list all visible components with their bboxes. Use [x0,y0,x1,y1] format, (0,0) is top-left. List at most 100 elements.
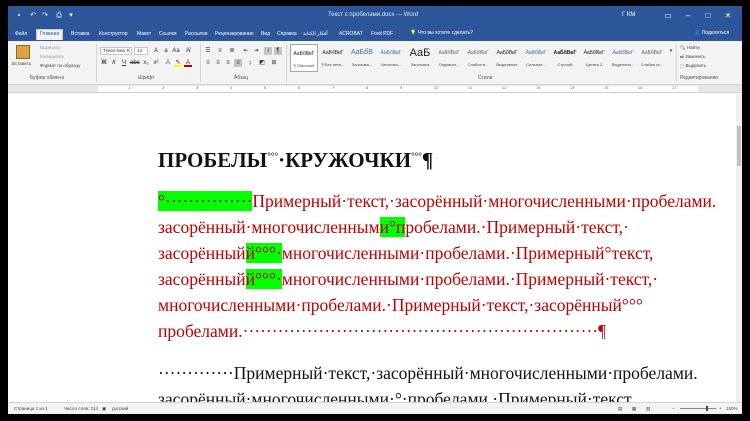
close-icon[interactable]: ✕ [720,9,736,23]
tab-mailings[interactable]: Рассылки [182,30,210,41]
doc-line[interactable]: многочисленными·пробелами.·Примерный·тек… [158,294,643,316]
shading-icon[interactable]: ◩ [258,59,266,67]
subscript-icon[interactable]: x₂ [142,59,150,67]
align-left-icon[interactable]: ≡ [204,59,212,67]
line-spacing-icon[interactable]: ↨ [246,59,254,67]
vertical-scrollbar[interactable] [736,94,742,402]
language[interactable]: русский [112,406,128,411]
text-effects-icon[interactable]: A [164,59,172,67]
style-intense-emphasis[interactable]: АаБбВвГ Сильное... [522,44,550,72]
style-subtitle[interactable]: АаБбВвГ Подзагол... [435,44,463,72]
word-count[interactable]: Число слов: 214 [64,406,98,411]
show-marks-icon[interactable]: ¶ [274,47,282,55]
ribbon-display-icon[interactable]: ▭ [660,9,676,23]
font-name-select[interactable]: Times New R [100,47,132,55]
paste-icon[interactable] [16,45,30,59]
style-title[interactable]: АаБ Заголовок [406,44,434,72]
replace-button[interactable]: ⇄ Заменить [680,54,705,60]
increase-indent-icon[interactable]: ⇥ [252,47,260,55]
undo-icon[interactable]: ↶ [28,11,38,21]
document-canvas[interactable]: ПРОБЕЛЫ°°°·КРУЖОЧКИ°°°¶ °···············… [8,94,742,402]
maximize-icon[interactable]: □ [700,9,716,23]
sort-icon[interactable]: ↕ [264,47,272,55]
decrease-indent-icon[interactable]: ⇤ [242,47,250,55]
justify-icon[interactable]: ≡ [234,59,242,67]
tell-me-search[interactable]: 💡 Что вы хотите сделать? [410,30,473,36]
paste-button[interactable]: Вставить [12,61,31,66]
strikethrough-icon[interactable]: abc [130,59,140,67]
save-icon[interactable]: ▪ [14,11,24,21]
horizontal-ruler[interactable]: 1 2 3 4 5 6 7 8 9 10 11 12 13 14 15 16 1… [8,85,742,93]
align-center-icon[interactable]: ≡ [214,59,222,67]
zoom-in-icon[interactable]: + [719,406,722,411]
tab-review[interactable]: Рецензирование [212,30,257,41]
tab-design[interactable]: Конструктор [96,30,131,41]
borders-icon[interactable]: ⊞ [270,59,278,67]
zoom-slider[interactable] [680,408,716,409]
align-right-icon[interactable]: ≡ [224,59,232,67]
doc-line[interactable]: пробелами.······························… [158,320,606,342]
user-name[interactable]: Г КМ [622,12,635,18]
scrollbar-thumb[interactable] [737,126,741,166]
multilevel-icon[interactable]: ≣ [228,47,236,55]
styles-more-icon[interactable]: ▾ [667,47,675,55]
proofing-icon[interactable]: ▣ [102,406,106,412]
style-heading-1[interactable]: АаБбВ Заголово... [348,44,376,72]
tab-layout[interactable]: Макет [134,30,154,41]
doc-line[interactable]: засорённыйй°°°·многочисленными·пробелами… [158,242,653,264]
style-no-spacing[interactable]: АаБбВвГ ¶ Без инте... [319,44,347,72]
change-case-icon[interactable]: Aa [172,47,180,55]
shrink-font-icon[interactable]: a [162,47,170,55]
italic-icon[interactable]: К [110,59,118,67]
zoom-out-icon[interactable]: − [672,406,675,411]
doc-line[interactable]: засорённыйй°°°·многочисленными·пробелами… [158,268,658,290]
grow-font-icon[interactable]: A [152,47,160,55]
style-strong[interactable]: АаБбВвГ Строгий [551,44,579,72]
tab-arabic[interactable]: أفكار الكتابة [300,30,331,41]
numbering-icon[interactable]: ≡ [216,47,224,55]
cut-button[interactable]: Вырезать [40,45,60,50]
doc-line[interactable]: ·············Примерный·текст,·засорённый… [158,362,698,384]
style-subtle-emphasis[interactable]: АаБбВвГ Слабое в... [464,44,492,72]
format-painter-button[interactable]: Формат по образцу [40,63,80,68]
customize-qat-icon[interactable]: ▾ [66,11,76,21]
style-emphasis[interactable]: АаБбВвГ Выделение [493,44,521,72]
select-button[interactable]: ⬚ Выделить [680,63,706,69]
bold-icon[interactable]: Ж [100,59,108,67]
style-subtle-reference[interactable]: АаБбВвГ Слабая сс... [638,44,666,72]
copy-button[interactable]: Копировать [40,54,64,59]
tab-insert[interactable]: Вставка [68,30,93,41]
clear-format-icon[interactable]: A̸ [184,47,192,55]
style-quote[interactable]: АаБбВвГ Цитата 2 [580,44,608,72]
tab-acrobat[interactable]: ACROBAT [336,30,366,41]
doc-line[interactable]: засорённый·многочисленными°пробелами.·Пр… [158,216,629,238]
web-layout-icon[interactable]: ▥ [646,406,650,412]
redo-icon[interactable]: ↷ [40,11,50,21]
zoom-level[interactable]: 150% [726,406,738,411]
document-heading[interactable]: ПРОБЕЛЫ°°°·КРУЖОЧКИ°°°¶ [158,148,433,173]
tab-view[interactable]: Вид [258,30,273,41]
style-normal[interactable]: АаБбВвГ ¶ Обычный [290,44,318,72]
tab-help[interactable]: Справка [274,30,300,41]
page-count[interactable]: Страница 1 из 1 [14,406,48,411]
tab-references[interactable]: Ссылки [156,30,180,41]
zoom-slider-knob[interactable] [706,406,708,411]
print-layout-icon[interactable]: ▦ [632,406,636,412]
style-heading-2[interactable]: АаБбВвГ Заголово... [377,44,405,72]
tab-file[interactable]: Файл [12,30,30,41]
tab-home[interactable]: Главная [36,29,64,40]
font-color-icon[interactable]: A [184,59,192,67]
find-button[interactable]: 🔍 Найти [680,45,700,51]
highlight-icon[interactable]: ✎ [174,59,182,67]
tab-foxit[interactable]: Foxit PDF [368,30,396,41]
share-button[interactable]: 👤 Поделиться [694,30,729,36]
font-size-select[interactable]: 14 [134,47,148,55]
underline-icon[interactable]: Ч [120,59,128,67]
superscript-icon[interactable]: x² [152,59,160,67]
read-mode-icon[interactable]: ▤ [618,406,622,412]
doc-line[interactable]: засорённый·многочисленными·°·пробелами.·… [158,388,635,402]
style-intense-quote[interactable]: АаБбВвГ Выделенн... [609,44,637,72]
minimize-icon[interactable]: – [680,9,696,23]
print-icon[interactable]: ⎙ [54,11,64,21]
doc-line[interactable]: °···············Примерный·текст,·засорён… [158,190,716,212]
